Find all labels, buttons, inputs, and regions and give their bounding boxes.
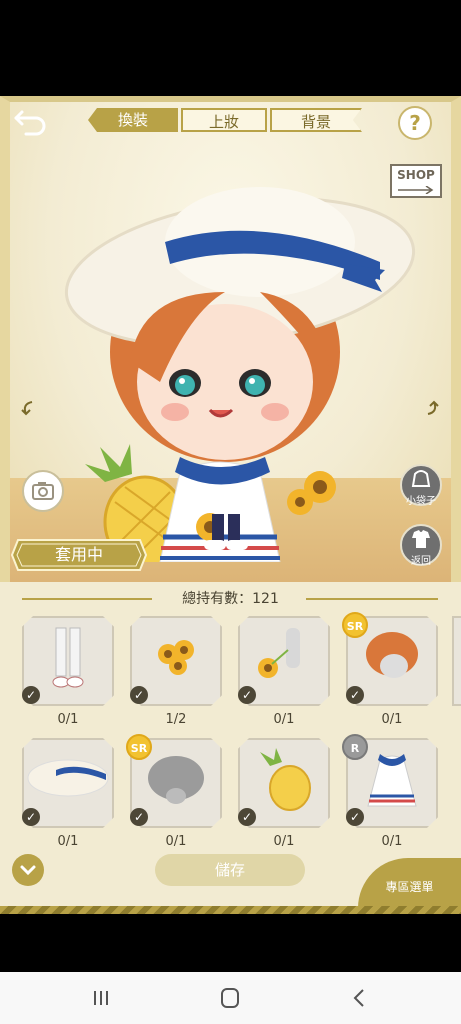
shop-label: SHOP (397, 168, 435, 182)
inventory-panel: 總持有數：121 ✓ 0/1 ✓ 1/2 ✓ 0/1 SR ✓ 0/1 ✓ 0/… (0, 582, 461, 914)
r-badge: R (342, 734, 368, 760)
pineapple-icon (260, 748, 311, 811)
item-card[interactable]: ✓ 0/1 (22, 738, 114, 849)
tab-dressup[interactable]: 換裝 (88, 108, 178, 132)
dressup-scene: 換裝 上妝 背景 ? SHOP 小袋子 返回 套用中 (0, 96, 461, 582)
boots-icon (52, 627, 84, 688)
bottom-decor-strip (0, 906, 461, 914)
back-arrow-icon[interactable] (12, 106, 48, 136)
rotate-right-icon[interactable] (422, 398, 442, 418)
home-icon[interactable] (215, 984, 245, 1012)
item-card-partial[interactable] (452, 616, 461, 706)
sunflower-bottle-icon (258, 628, 300, 678)
left-shoe (204, 540, 226, 550)
chevron-down-icon (20, 865, 36, 876)
auburn-hair-icon (366, 632, 418, 678)
game-screen: 換裝 上妝 背景 ? SHOP 小袋子 返回 套用中 總持有數：121 ✓ 0/… (0, 96, 461, 914)
help-button[interactable]: ? (398, 106, 432, 140)
item-card[interactable]: ✓ 1/2 (130, 616, 222, 727)
check-icon: ✓ (22, 686, 40, 704)
back-icon[interactable] (345, 984, 375, 1012)
check-icon: ✓ (130, 686, 148, 704)
tab-background[interactable]: 背景 (270, 108, 362, 132)
special-menu-label: 專區選單 (385, 880, 434, 894)
sr-badge: SR (126, 734, 152, 760)
sailor-hat-icon (27, 759, 109, 797)
item-card[interactable]: ✓ 0/1 (238, 616, 330, 727)
status-bar-area (0, 0, 461, 96)
check-icon: ✓ (22, 808, 40, 826)
item-count: 0/1 (165, 834, 187, 849)
camera-button[interactable] (22, 470, 64, 512)
bag-icon (411, 470, 431, 487)
in-use-banner: 套用中 (10, 538, 148, 572)
item-count: 0/1 (57, 834, 79, 849)
item-card[interactable]: SR ✓ 0/1 (342, 612, 438, 727)
item-count: 0/1 (381, 834, 403, 849)
camera-icon (32, 482, 54, 500)
avatar-character[interactable] (60, 182, 420, 562)
return-label: 返回 (411, 556, 431, 567)
save-button[interactable]: 儲存 (155, 854, 305, 886)
item-card[interactable]: R ✓ 0/1 (342, 734, 438, 849)
item-card[interactable]: ✓ 0/1 (238, 738, 330, 849)
shirt-icon (412, 530, 430, 548)
check-icon: ✓ (238, 808, 256, 826)
item-count: 1/2 (165, 712, 187, 727)
tab-makeup[interactable]: 上妝 (181, 108, 267, 132)
rotate-left-icon[interactable] (18, 398, 38, 418)
android-nav-bar (0, 972, 461, 1024)
check-icon: ✓ (346, 686, 364, 704)
item-card[interactable]: SR ✓ 0/1 (126, 734, 222, 849)
sailor-dress-icon (367, 754, 417, 807)
item-count: 0/1 (381, 712, 403, 727)
item-card[interactable]: ✓ 0/1 (22, 616, 114, 727)
sr-badge: SR (342, 612, 368, 638)
item-count: 0/1 (57, 712, 79, 727)
in-use-label: 套用中 (54, 545, 103, 564)
divider-right (306, 598, 438, 600)
item-count: 0/1 (273, 834, 295, 849)
recent-apps-icon[interactable] (86, 984, 116, 1012)
right-shoe (226, 540, 248, 550)
item-count: 0/1 (273, 712, 295, 727)
grey-hair-icon (148, 756, 204, 804)
expand-button[interactable] (12, 854, 44, 886)
bag-label: 小袋子 (406, 496, 436, 507)
check-icon: ✓ (346, 808, 364, 826)
sunflower-bouquet-icon (158, 640, 194, 675)
check-icon: ✓ (130, 808, 148, 826)
check-icon: ✓ (238, 686, 256, 704)
